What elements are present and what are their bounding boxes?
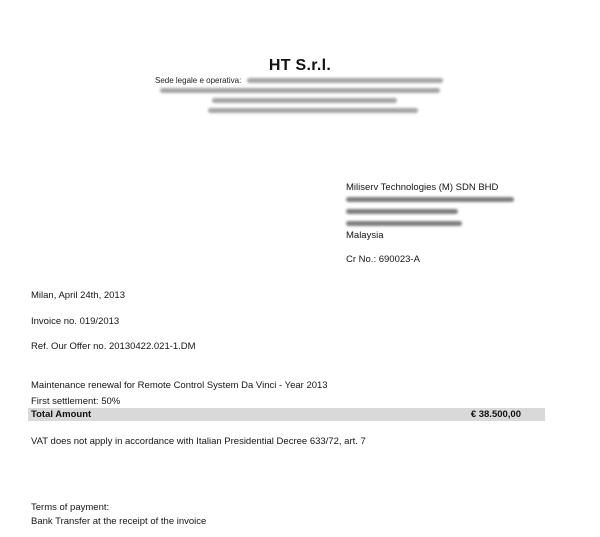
company-name: HT S.r.l. bbox=[268, 57, 332, 74]
redacted-registry-info bbox=[208, 108, 418, 114]
redacted-address bbox=[246, 78, 443, 84]
redacted-address-line bbox=[346, 208, 458, 214]
recipient-address-line-3 bbox=[346, 218, 514, 230]
total-amount-value: € 38.500,00 bbox=[470, 409, 521, 420]
contact-line bbox=[160, 86, 440, 96]
total-row-background bbox=[28, 408, 545, 421]
redacted-vat-info bbox=[212, 98, 397, 104]
recipient-name: Miliserv Technologies (M) SDN BHD bbox=[346, 182, 499, 193]
recipient-address-line-2 bbox=[346, 206, 514, 218]
registered-office-label: Sede legale e operativa: bbox=[155, 76, 242, 85]
redacted-address-line bbox=[346, 220, 462, 226]
date-line: Milan, April 24th, 2013 bbox=[31, 290, 126, 301]
invoice-number: Invoice no. 019/2013 bbox=[31, 316, 120, 327]
vat-line bbox=[212, 96, 397, 106]
service-description: Maintenance renewal for Remote Control S… bbox=[31, 380, 328, 391]
recipient-country: Malaysia bbox=[346, 230, 384, 241]
recipient-cr-number: Cr No.: 690023-A bbox=[346, 254, 420, 265]
vat-note: VAT does not apply in accordance with It… bbox=[31, 436, 366, 447]
redacted-contact-info bbox=[160, 88, 440, 94]
recipient-block: Miliserv Technologies (M) SDN BHD Malays… bbox=[346, 182, 514, 266]
redacted-address-line bbox=[346, 196, 514, 202]
total-amount-label: Total Amount bbox=[31, 409, 92, 420]
registry-line bbox=[208, 106, 418, 116]
registered-office-line: Sede legale e operativa: bbox=[155, 76, 443, 86]
recipient-address-line-1 bbox=[346, 194, 514, 206]
settlement-line: First settlement: 50% bbox=[31, 396, 121, 407]
payment-terms-heading: Terms of payment: bbox=[31, 502, 110, 513]
payment-terms-text: Bank Transfer at the receipt of the invo… bbox=[31, 516, 207, 527]
offer-reference: Ref. Our Offer no. 20130422.021-1.DM bbox=[31, 341, 196, 352]
